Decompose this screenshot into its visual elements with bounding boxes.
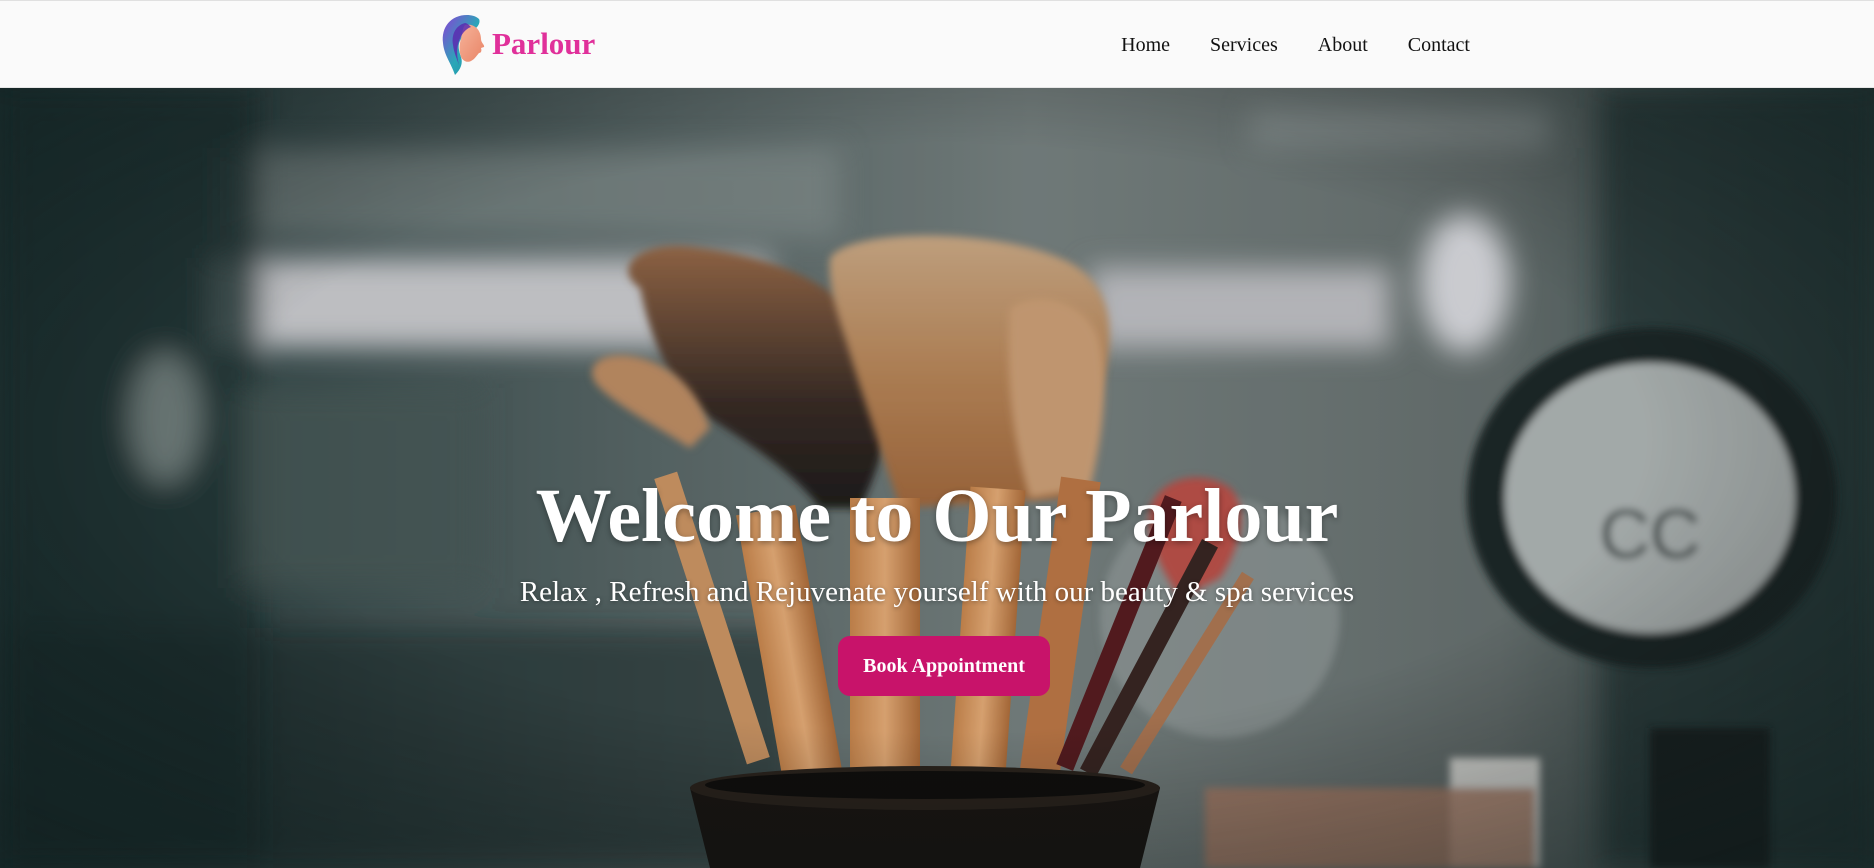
nav-link-contact[interactable]: Contact — [1408, 34, 1470, 57]
hero-subtitle: Relax , Refresh and Rejuvenate yourself … — [519, 576, 1355, 608]
navbar: Parlour Home Services About Contact — [0, 0, 1874, 88]
nav-link-about[interactable]: About — [1318, 34, 1368, 57]
nav-link-services[interactable]: Services — [1210, 34, 1278, 57]
nav-link-home[interactable]: Home — [1121, 34, 1170, 57]
brand[interactable]: Parlour — [437, 11, 595, 79]
hero-section: CC — [0, 88, 1874, 868]
book-appointment-button[interactable]: Book Appointment — [838, 636, 1050, 696]
hero-title: Welcome to Our Parlour — [535, 474, 1339, 558]
hero-content: Welcome to Our Parlour Relax , Refresh a… — [0, 88, 1874, 868]
woman-profile-icon — [442, 15, 485, 75]
main-nav: Home Services About Contact — [1081, 1, 1470, 89]
brand-name: Parlour — [492, 25, 596, 61]
